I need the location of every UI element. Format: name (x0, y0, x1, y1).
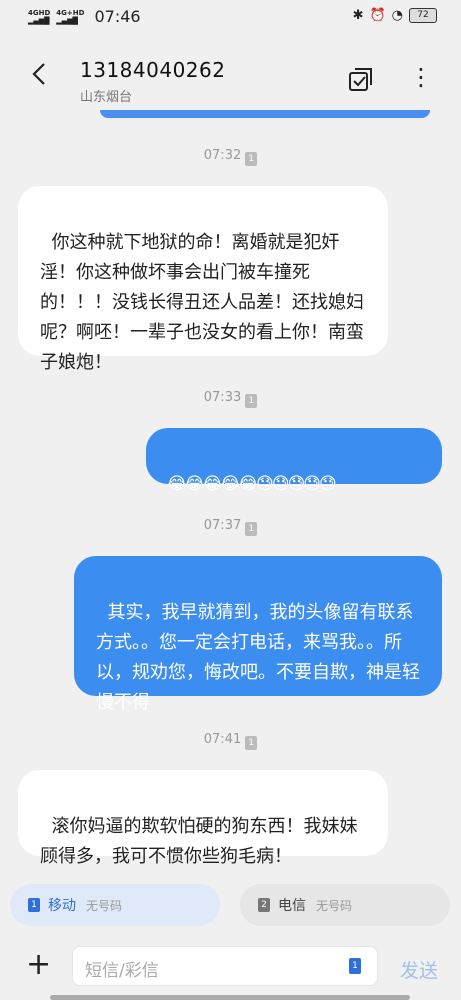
status-left: 4GHD ▂▄▆█ 4G+HD ▂▄▆█ 07:46 (28, 7, 141, 26)
outgoing-message-bubble[interactable]: 😂😂😂😂😂😓😓😓😓😓 (146, 428, 442, 494)
wifi-icon: ◔ (391, 8, 403, 23)
contact-location: 山东烟台 (80, 90, 133, 105)
status-bar: 4GHD ▂▄▆█ 4G+HD ▂▄▆█ 07:46 ✱ ⏰ ◔ 72 (0, 0, 461, 36)
conversation-header: 13184040262 山东烟台 ⋮ (0, 36, 461, 114)
home-indicator[interactable] (50, 995, 410, 1000)
incoming-message-bubble[interactable]: 你这种就下地狱的命！离婚就是犯奸淫！你这种做坏事会出门被车撞死的！！！没钱长得丑… (18, 186, 388, 373)
more-options-icon[interactable]: ⋮ (408, 65, 434, 92)
sim-badge-icon: 1 (245, 152, 258, 166)
sim-badge-icon: 1 (245, 522, 258, 536)
battery-icon: 72 (409, 8, 437, 23)
message-input-placeholder: 短信/彩信 (85, 961, 159, 981)
status-time: 07:46 (94, 7, 141, 26)
message-timestamp: 07:33 1 (0, 390, 461, 408)
timestamp-text: 07:41 (203, 732, 242, 747)
message-text: 你这种就下地狱的命！离婚就是犯奸淫！你这种做坏事会出门被车撞死的！！！没钱长得丑… (40, 232, 364, 373)
network-indicator-1: 4GHD ▂▄▆█ (28, 8, 51, 25)
network-label-1: 4GHD (28, 8, 51, 17)
sim-selector: 1 移动 无号码 2 电信 无号码 (0, 878, 461, 936)
sim-switch-icon[interactable]: 1 (349, 958, 361, 974)
send-button[interactable]: 发送 (400, 956, 438, 983)
incoming-message-bubble[interactable]: 滚你妈逼的欺软怕硬的狗东西！我妹妹顾得多，我可不惯你些狗毛病！ (18, 770, 388, 867)
battery-level: 72 (417, 10, 429, 20)
sim2-button[interactable]: 2 电信 无号码 (240, 884, 450, 926)
alarm-icon: ⏰ (369, 8, 386, 23)
timestamp-text: 07:33 (203, 390, 242, 405)
network-label-2: 4G+HD (56, 8, 85, 17)
sim-badge-icon: 1 (245, 736, 258, 750)
status-right: ✱ ⏰ ◔ 72 (353, 8, 437, 23)
multi-select-icon[interactable] (348, 66, 374, 92)
sim1-button[interactable]: 1 移动 无号码 (10, 884, 220, 926)
sim2-icon: 2 (258, 898, 270, 912)
sim1-icon: 1 (28, 898, 40, 912)
message-timestamp: 07:32 1 (0, 148, 461, 166)
message-input[interactable]: 短信/彩信 1 (72, 946, 378, 986)
timestamp-text: 07:32 (203, 148, 242, 163)
network-indicator-2: 4G+HD ▂▄▆█ (56, 8, 85, 25)
sim1-number-status: 无号码 (86, 898, 123, 913)
message-text: 😂😂😂😂😂😓😓😓😓😓 (166, 474, 337, 494)
sim-badge-icon: 1 (245, 394, 258, 408)
back-arrow-icon[interactable] (30, 62, 52, 85)
contact-number: 13184040262 (80, 58, 226, 82)
message-timestamp: 07:37 1 (0, 518, 461, 536)
previous-message-stub (100, 110, 430, 118)
message-timestamp: 07:41 1 (0, 732, 461, 750)
add-attachment-icon[interactable]: + (26, 950, 51, 980)
timestamp-text: 07:37 (203, 518, 242, 533)
sim1-label: 移动 (48, 898, 76, 914)
message-text: 其实，我早就猜到，我的头像留有联系方式。。您一定会打电话，来骂我。。所以，规劝您… (96, 602, 420, 713)
bluetooth-icon: ✱ (352, 8, 364, 23)
message-text: 滚你妈逼的欺软怕硬的狗东西！我妹妹顾得多，我可不惯你些狗毛病！ (40, 816, 358, 867)
sim2-number-status: 无号码 (316, 898, 353, 913)
sim2-label: 电信 (278, 898, 306, 914)
composer-bar: + 短信/彩信 1 发送 (0, 936, 461, 1000)
outgoing-message-bubble[interactable]: 其实，我早就猜到，我的头像留有联系方式。。您一定会打电话，来骂我。。所以，规劝您… (74, 556, 442, 713)
